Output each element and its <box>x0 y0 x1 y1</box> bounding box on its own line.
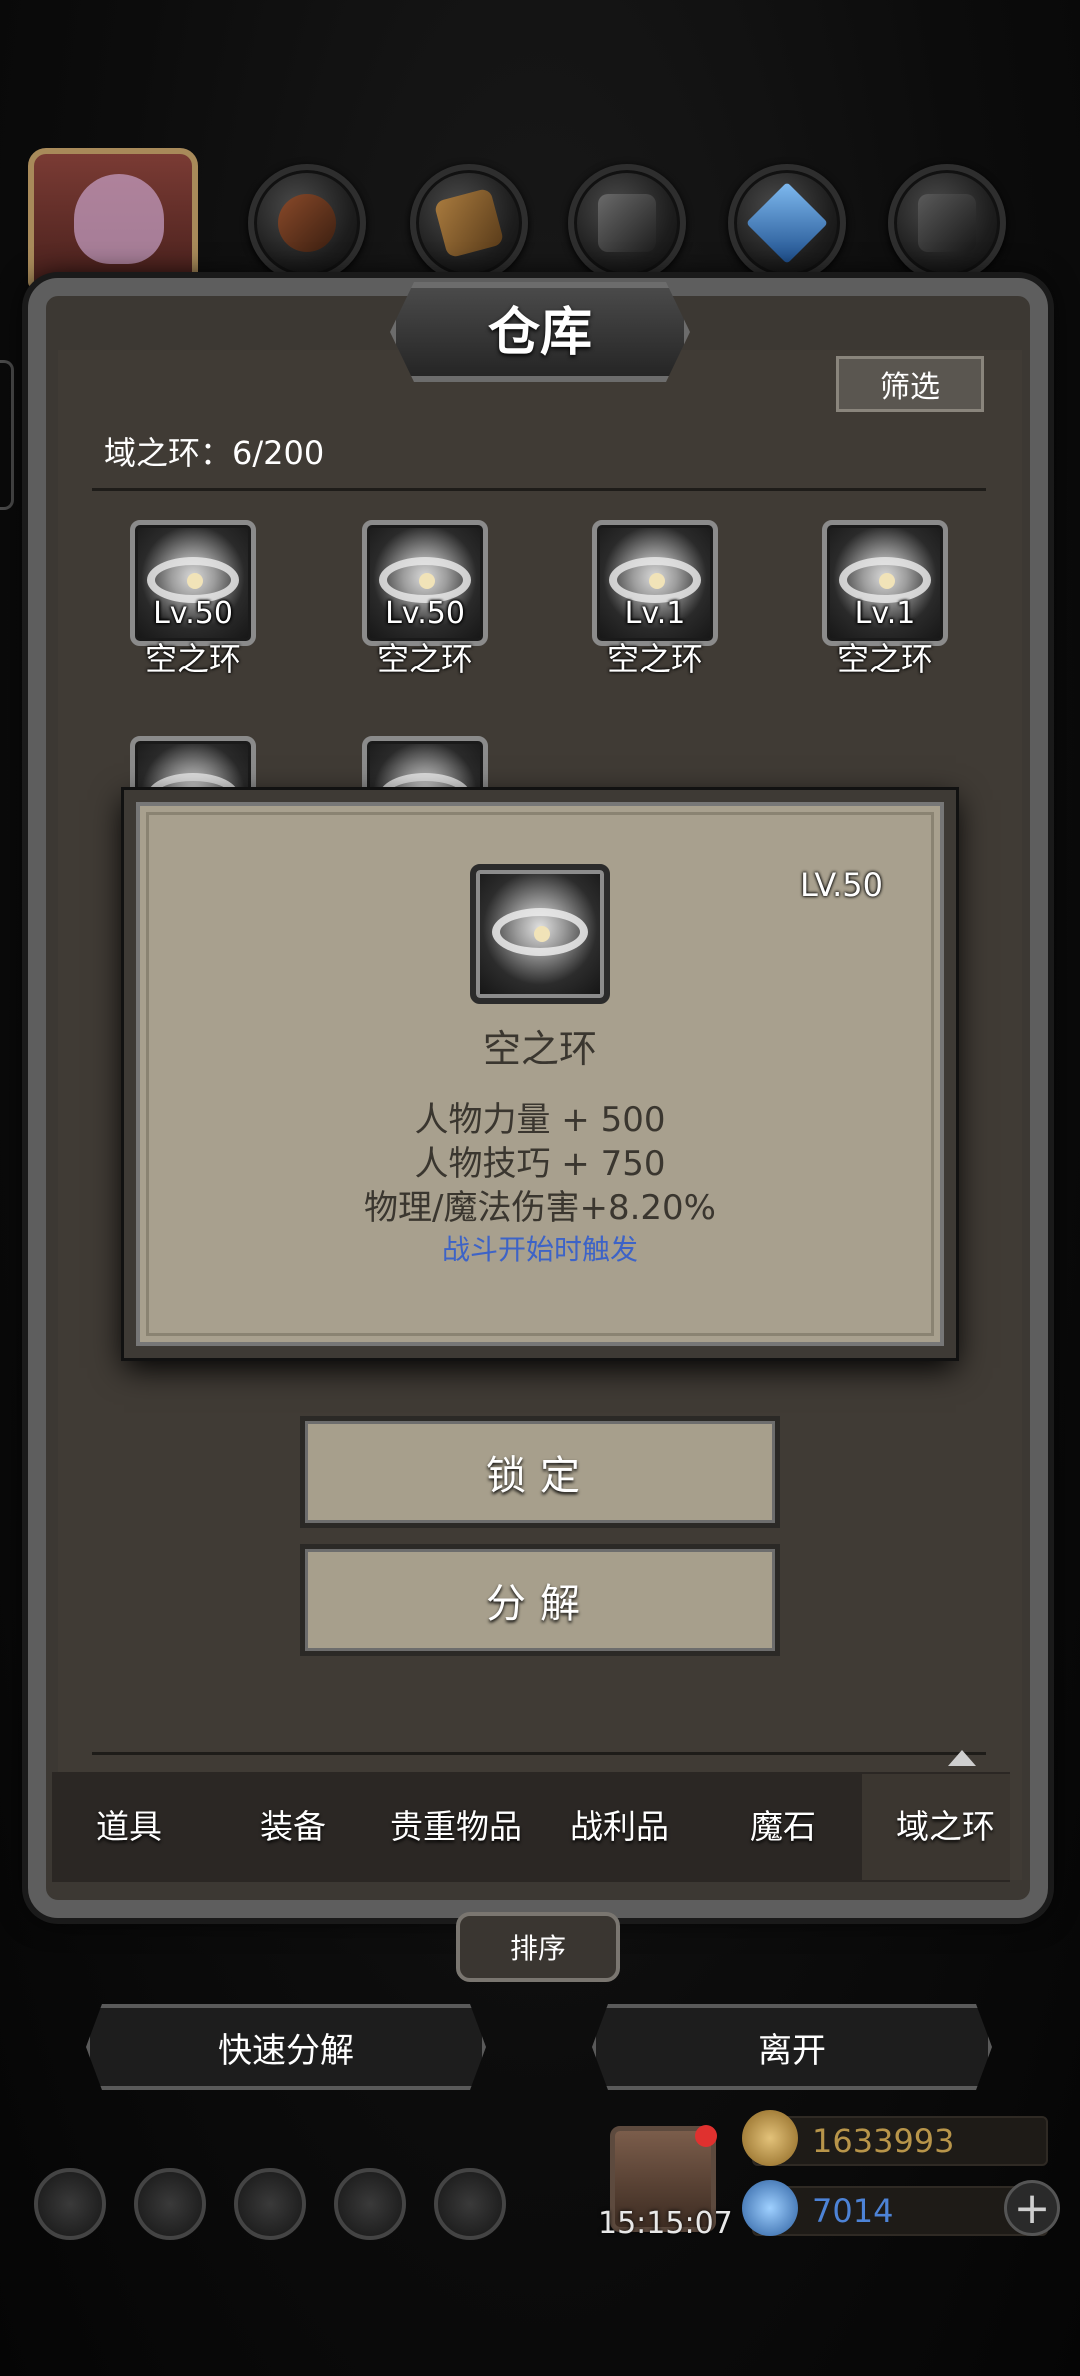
item-level: Lv.50 <box>153 596 233 631</box>
gem-icon <box>534 926 550 942</box>
gold-icon <box>742 2110 798 2166</box>
item-name: 空之环 <box>606 640 703 678</box>
detail-level: LV.50 <box>800 866 883 904</box>
leather-material-icon[interactable] <box>248 164 366 282</box>
gem-icon <box>649 573 665 589</box>
tab-equipment[interactable]: 装备 <box>260 1800 326 1848</box>
couple-silhouette-icon <box>74 174 164 264</box>
lock-button[interactable]: 锁定 <box>300 1416 780 1528</box>
detail-stat: 人物技巧 + 750 <box>414 1144 666 1184</box>
gold-amount: 1633993 <box>812 2122 955 2160</box>
gem-icon <box>879 573 895 589</box>
gear-icon[interactable] <box>434 2168 506 2240</box>
quick-decompose-button[interactable]: 快速分解 <box>86 2004 486 2090</box>
leave-button[interactable]: 离开 <box>592 2004 992 2090</box>
scroll-up-icon[interactable] <box>948 1750 976 1766</box>
item-name: 空之环 <box>144 640 241 678</box>
detail-stat: 物理/魔法伤害+8.20% <box>364 1188 716 1228</box>
gate-icon[interactable] <box>234 2168 306 2240</box>
sort-button[interactable]: 排序 <box>456 1912 620 1982</box>
tab-valuables[interactable]: 贵重物品 <box>390 1800 522 1848</box>
mail-icon[interactable] <box>334 2168 406 2240</box>
detail-item-icon <box>470 864 610 1004</box>
wood-material-icon[interactable] <box>410 164 528 282</box>
divider <box>92 488 986 491</box>
add-gems-button[interactable]: + <box>1004 2180 1060 2236</box>
detail-name: 空之环 <box>482 1027 597 1071</box>
star-icon[interactable] <box>134 2168 206 2240</box>
tab-domain-ring[interactable]: 域之环 <box>896 1800 995 1848</box>
crystal-material-icon[interactable] <box>728 164 846 282</box>
detail-trigger-text: 战斗开始时触发 <box>441 1233 638 1266</box>
item-level: Lv.1 <box>624 596 686 631</box>
item-name: 空之环 <box>836 640 933 678</box>
item-name: 空之环 <box>376 640 473 678</box>
gem-icon <box>742 2180 798 2236</box>
hero-portrait-icon[interactable] <box>28 148 198 288</box>
clock: 15:15:07 <box>598 2206 733 2241</box>
filter-button[interactable]: 筛选 <box>836 356 984 412</box>
tab-magic-stone[interactable]: 魔石 <box>750 1800 816 1848</box>
decompose-button[interactable]: 分解 <box>300 1544 780 1656</box>
tab-loot[interactable]: 战利品 <box>570 1800 669 1848</box>
ore-material-icon[interactable] <box>888 164 1006 282</box>
detail-stat: 人物力量 + 500 <box>414 1100 666 1140</box>
item-count-label: 域之环：6/200 <box>104 434 325 472</box>
settings-icon[interactable] <box>34 2168 106 2240</box>
item-level: Lv.1 <box>854 596 916 631</box>
side-drawer-handle[interactable] <box>0 360 14 510</box>
gem-icon <box>419 573 435 589</box>
divider <box>92 1752 986 1755</box>
tab-items[interactable]: 道具 <box>96 1800 162 1848</box>
gem-icon <box>187 573 203 589</box>
iron-material-icon[interactable] <box>568 164 686 282</box>
gem-amount: 7014 <box>812 2192 894 2230</box>
item-level: Lv.50 <box>385 596 465 631</box>
page-title: 仓库 <box>487 303 592 363</box>
notification-dot <box>695 2125 717 2147</box>
